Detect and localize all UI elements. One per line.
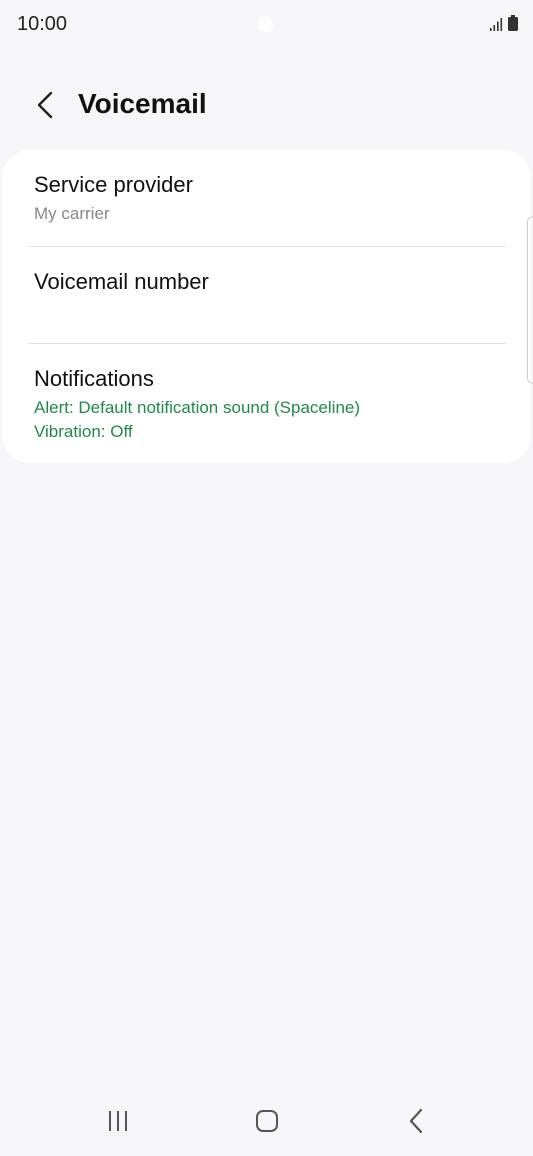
navigation-bar bbox=[0, 1086, 533, 1156]
status-bar: 10:00 bbox=[0, 0, 533, 50]
back-button[interactable] bbox=[28, 88, 62, 122]
back-icon bbox=[409, 1108, 423, 1134]
home-button[interactable] bbox=[242, 1096, 292, 1146]
status-time: 10:00 bbox=[17, 13, 68, 35]
home-icon bbox=[256, 1110, 278, 1132]
service-provider-value: My carrier bbox=[34, 204, 110, 223]
voicemail-number-row[interactable]: Voicemail number bbox=[2, 247, 531, 343]
voicemail-number-title: Voicemail number bbox=[34, 269, 209, 294]
edge-panel-handle[interactable] bbox=[527, 216, 533, 384]
notifications-row[interactable]: Notifications Alert: Default notificatio… bbox=[2, 344, 531, 463]
camera-cutout bbox=[258, 17, 273, 32]
service-provider-title: Service provider bbox=[34, 172, 193, 197]
nav-back-button[interactable] bbox=[392, 1096, 442, 1146]
battery-icon bbox=[508, 15, 518, 31]
chevron-left-icon bbox=[37, 91, 53, 119]
app-header: Voicemail bbox=[0, 80, 533, 130]
notifications-title: Notifications bbox=[34, 366, 154, 391]
notifications-alert-value: Alert: Default notification sound (Space… bbox=[34, 398, 361, 417]
settings-card: Service provider My carrier Voicemail nu… bbox=[2, 150, 531, 463]
notifications-vibration-value: Vibration: Off bbox=[34, 422, 133, 441]
signal-icon bbox=[490, 18, 503, 31]
service-provider-row[interactable]: Service provider My carrier bbox=[2, 150, 531, 246]
recents-button[interactable] bbox=[93, 1096, 143, 1146]
recents-icon bbox=[109, 1111, 127, 1131]
page-title: Voicemail bbox=[78, 88, 207, 119]
status-icons bbox=[490, 15, 518, 31]
